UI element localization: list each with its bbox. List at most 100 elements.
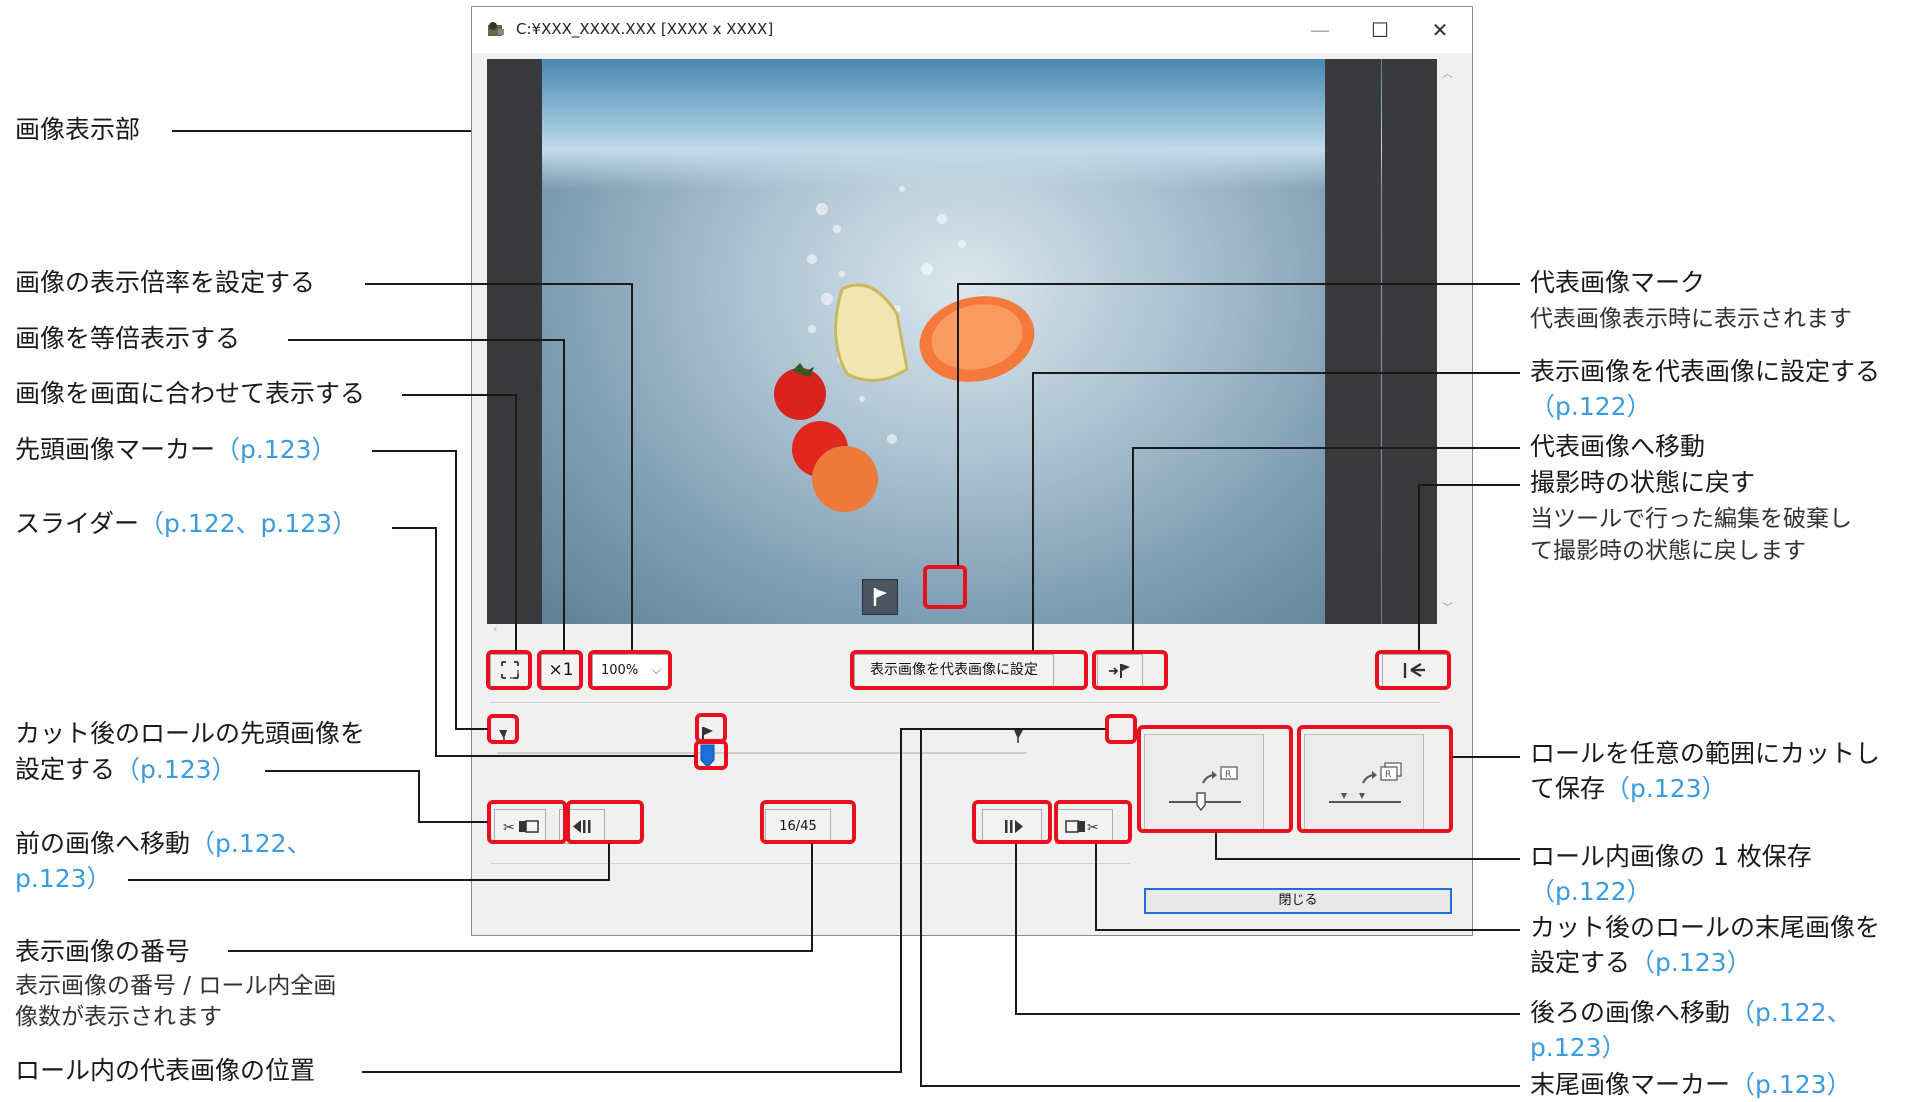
highlight-cut-start <box>487 800 567 844</box>
preview-image <box>542 59 1382 624</box>
leader-goto-h <box>1132 447 1520 449</box>
leader-range-h <box>1452 756 1520 758</box>
leader-prev-v <box>608 843 610 881</box>
leader-slider-v <box>435 527 437 757</box>
highlight-representative-mark <box>923 565 967 609</box>
slider-track[interactable] <box>497 752 1027 754</box>
label-save-single: ロール内画像の 1 枚保存 <box>1530 842 1812 871</box>
highlight-cut-end <box>1054 800 1132 844</box>
label-save-range-line1: ロールを任意の範囲にカットし <box>1530 739 1881 768</box>
leader-zoom-v <box>631 283 633 651</box>
label-end-marker: 末尾画像マーカー（p.123） <box>1530 1070 1852 1099</box>
app-icon <box>486 20 506 38</box>
leader-cutend-v <box>1095 843 1097 931</box>
right-letterbox <box>1325 59 1381 624</box>
leader-actual-h <box>288 339 565 341</box>
highlight-start-marker <box>487 714 519 744</box>
label-set-zoom: 画像の表示倍率を設定する <box>15 268 316 297</box>
highlight-previous <box>566 800 644 844</box>
highlight-zoom <box>588 650 672 690</box>
leader-fit-v <box>515 394 517 651</box>
highlight-counter <box>760 800 856 844</box>
label-goto-representative: 代表画像へ移動 <box>1530 432 1706 461</box>
leader-fit-h <box>402 394 517 396</box>
label-save-single-ref: （p.122） <box>1530 877 1652 906</box>
close-button[interactable]: 閉じる <box>1144 888 1452 914</box>
image-display-area[interactable] <box>487 59 1437 624</box>
vertical-scrollbar[interactable]: ︿ ﹀ <box>1437 59 1457 624</box>
label-cut-end-line2: 設定する（p.123） <box>1530 948 1752 977</box>
leader-cutstart-h2 <box>418 821 488 823</box>
label-cut-start-line2: 設定する（p.123） <box>15 755 237 784</box>
leader-slider-h <box>392 527 437 529</box>
label-frame-number: 表示画像の番号 <box>15 937 191 966</box>
label-revert-desc1: 当ツールで行った編集を破棄し <box>1530 506 1852 532</box>
label-representative-position: ロール内の代表画像の位置 <box>15 1056 316 1085</box>
leader-repr-v <box>900 728 902 1073</box>
label-fit-to-screen: 画像を画面に合わせて表示する <box>15 379 366 408</box>
scroll-up-icon[interactable]: ︿ <box>1442 65 1453 81</box>
highlight-set-representative <box>850 650 1088 690</box>
label-cut-end-line1: カット後のロールの末尾画像を <box>1530 913 1881 942</box>
leader-cutstart-h <box>265 770 420 772</box>
title-bar: C:¥XXX_XXXX.XXX [XXXX x XXXX] — ☐ ✕ <box>472 7 1472 53</box>
leader-setrep-h <box>1032 372 1520 374</box>
highlight-next <box>972 800 1052 844</box>
leader-single-h <box>1215 858 1520 860</box>
scroll-left-icon[interactable]: ‹ <box>493 622 497 635</box>
label-start-marker: 先頭画像マーカー（p.123） <box>15 435 337 464</box>
horizontal-scrollbar[interactable]: ‹ › <box>487 622 1437 638</box>
leader-goto-v <box>1132 447 1134 651</box>
label-frame-number-desc1: 表示画像の番号 / ロール内全画 <box>15 973 337 999</box>
leader-end-h2 <box>920 728 1106 730</box>
fruit-illustration <box>774 186 1035 512</box>
leader-actual-v <box>563 339 565 651</box>
leader-single-v <box>1215 832 1217 860</box>
leader-cutstart-v <box>418 770 420 823</box>
label-set-representative: 表示画像を代表画像に設定する <box>1530 357 1881 386</box>
label-previous-frame: 前の画像へ移動（p.122、 <box>15 829 312 858</box>
highlight-actual-size <box>537 650 583 690</box>
label-slider: スライダー（p.122、p.123） <box>15 509 358 538</box>
label-next-frame-ref: p.123） <box>1530 1033 1627 1062</box>
leader-start-h <box>372 450 457 452</box>
label-save-range-line2: て保存（p.123） <box>1530 774 1727 803</box>
leader-revert-v <box>1418 484 1420 651</box>
leader-next-v <box>1015 843 1017 1015</box>
representative-mark-icon <box>862 579 898 615</box>
leader-next-h <box>1015 1013 1520 1015</box>
leader-revert-h <box>1418 484 1520 486</box>
highlight-revert <box>1375 650 1451 690</box>
leader-start-h2 <box>455 728 488 730</box>
separator-lower <box>490 863 1130 864</box>
leader-end-v <box>920 728 922 1087</box>
label-revert: 撮影時の状態に戻す <box>1530 468 1756 497</box>
leader-display <box>172 130 471 132</box>
leader-counter-h <box>228 950 813 952</box>
highlight-slider-thumb <box>694 740 728 770</box>
label-next-frame: 後ろの画像へ移動（p.122、 <box>1530 998 1852 1027</box>
leader-slider-h2 <box>435 755 695 757</box>
highlight-fit <box>486 650 532 690</box>
highlight-save-range <box>1297 725 1453 833</box>
label-actual-size: 画像を等倍表示する <box>15 324 241 353</box>
minimize-button[interactable]: — <box>1292 7 1348 53</box>
label-representative-mark: 代表画像マーク <box>1530 268 1706 297</box>
window-title: C:¥XXX_XXXX.XXX [XXXX x XXXX] <box>516 20 774 38</box>
highlight-end-marker <box>1105 714 1137 744</box>
label-frame-number-desc2: 像数が表示されます <box>15 1004 222 1030</box>
scroll-down-icon[interactable]: ﹀ <box>1442 599 1453 615</box>
label-set-representative-ref: （p.122） <box>1530 392 1652 421</box>
label-previous-frame-ref: p.123） <box>15 864 112 893</box>
leader-counter-v <box>811 843 813 952</box>
close-window-button[interactable]: ✕ <box>1412 7 1468 53</box>
separator <box>490 702 1440 703</box>
leader-mark-h <box>957 283 1520 285</box>
label-image-display-area: 画像表示部 <box>15 115 141 144</box>
leader-start-v <box>455 450 457 730</box>
highlight-goto-representative <box>1092 650 1168 690</box>
leader-setrep-v <box>1032 372 1034 651</box>
leader-end-h <box>920 1085 1520 1087</box>
maximize-button[interactable]: ☐ <box>1352 7 1408 53</box>
highlight-save-single <box>1137 725 1293 833</box>
